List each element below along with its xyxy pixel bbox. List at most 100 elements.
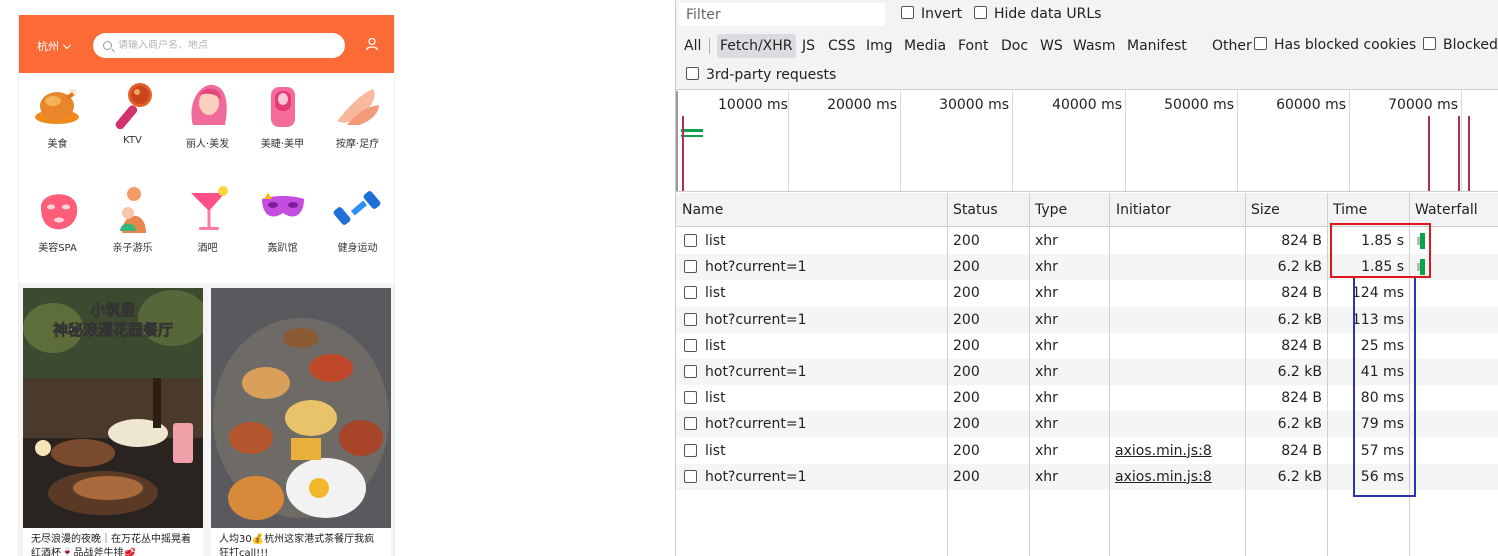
type-filter-doc[interactable]: Doc xyxy=(998,34,1031,58)
request-status: 200 xyxy=(953,259,980,276)
request-checkbox-icon xyxy=(684,234,697,247)
category-spa[interactable]: 美容SPA xyxy=(20,185,95,254)
cocktail-icon xyxy=(190,186,228,230)
request-name: list xyxy=(705,233,726,249)
feed-card[interactable]: 小筑里 神秘浪漫花园餐厅 无尽浪漫的夜晚｜在万花丛中摇晃着红酒杯🍷品战斧牛排🥩 xyxy=(23,288,203,556)
column-header-type[interactable]: Type xyxy=(1029,193,1067,227)
feed-image: 小筑里 神秘浪漫花园餐厅 xyxy=(23,288,203,528)
highlight-box-red xyxy=(1330,223,1431,278)
column-header-time[interactable]: Time xyxy=(1327,193,1367,227)
has-blocked-cookies-label: Has blocked cookies xyxy=(1274,37,1417,53)
app-header: 杭州 xyxy=(19,15,394,73)
type-filter-fetch-xhr[interactable]: Fetch/XHR xyxy=(717,34,796,58)
category-fitness[interactable]: 健身运动 xyxy=(320,185,394,254)
city-selector[interactable]: 杭州 xyxy=(37,38,72,54)
type-filter-font[interactable]: Font xyxy=(955,34,991,58)
request-name: hot?current=1 xyxy=(705,259,807,276)
column-divider[interactable] xyxy=(1109,193,1110,556)
request-name: list xyxy=(705,285,726,302)
request-type: xhr xyxy=(1035,364,1058,380)
user-icon[interactable] xyxy=(365,37,379,51)
category-nails[interactable]: 美睫·美甲 xyxy=(245,81,320,150)
checkbox-icon xyxy=(1254,37,1267,50)
column-divider[interactable] xyxy=(1327,193,1328,556)
column-header-initiator[interactable]: Initiator xyxy=(1110,193,1171,227)
column-header-status[interactable]: Status xyxy=(947,193,998,227)
category-label: 轰趴馆 xyxy=(267,243,298,254)
search-bar[interactable] xyxy=(93,33,345,58)
request-size: 6.2 kB xyxy=(1277,468,1322,485)
request-status: 200 xyxy=(953,311,980,328)
request-checkbox-icon xyxy=(684,312,697,326)
request-size: 824 B xyxy=(1281,442,1322,459)
category-ktv[interactable]: KTV xyxy=(95,81,170,146)
overview-gridline xyxy=(900,91,901,191)
chevron-down-icon xyxy=(62,40,72,49)
column-header-size[interactable]: Size xyxy=(1245,193,1280,227)
category-label: 酒吧 xyxy=(197,243,218,254)
column-divider[interactable] xyxy=(1029,193,1030,556)
request-name: hot?current=1 xyxy=(705,416,807,433)
category-hair[interactable]: 丽人·美发 xyxy=(170,81,245,150)
request-checkbox-icon xyxy=(684,443,697,457)
overview-tick-label: 50000 ms xyxy=(1164,97,1234,113)
request-type: xhr xyxy=(1035,259,1058,276)
blocked-requests-checkbox[interactable]: Blocked xyxy=(1423,37,1498,53)
type-filter-css[interactable]: CSS xyxy=(825,34,859,58)
category-grid: 美食 KTV 丽人·美发 美睫·美甲 按摩·足疗 美容SPA 亲子游乐 酒吧 轰… xyxy=(19,73,394,283)
request-status: 200 xyxy=(953,233,980,249)
category-label: 美睫·美甲 xyxy=(260,139,305,150)
column-divider[interactable] xyxy=(1245,193,1246,556)
request-name: hot?current=1 xyxy=(705,311,807,328)
request-checkbox-icon xyxy=(684,365,697,378)
request-checkbox-icon xyxy=(684,286,697,300)
feed-card[interactable]: 人均30💰杭州这家港式茶餐厅我疯狂打call!!! xyxy=(211,288,391,556)
type-filter-manifest[interactable]: Manifest xyxy=(1124,34,1190,58)
type-filter-all[interactable]: All xyxy=(681,34,704,58)
column-header-name[interactable]: Name xyxy=(676,193,723,227)
type-filter-other[interactable]: Other xyxy=(1209,34,1255,58)
category-food[interactable]: 美食 xyxy=(20,81,95,150)
request-size: 6.2 kB xyxy=(1277,416,1322,433)
invert-checkbox[interactable]: Invert xyxy=(901,6,962,22)
highlight-box-blue xyxy=(1353,278,1416,497)
request-initiator[interactable]: axios.min.js:8 xyxy=(1115,464,1212,490)
massage-hands-icon xyxy=(336,89,379,125)
type-filter-wasm[interactable]: Wasm xyxy=(1070,34,1118,58)
filter-input[interactable] xyxy=(679,3,885,26)
type-filter-js[interactable]: JS xyxy=(799,34,818,58)
request-checkbox-icon xyxy=(684,469,697,483)
checkbox-icon xyxy=(686,67,699,80)
request-name: list xyxy=(705,442,726,459)
category-label: 美容SPA xyxy=(38,243,77,254)
column-header-waterfall[interactable]: Waterfall xyxy=(1409,193,1478,227)
devtools-network-panel: Invert Hide data URLs All Fetch/XHR JS C… xyxy=(675,0,1498,556)
category-family[interactable]: 亲子游乐 xyxy=(95,185,170,254)
overview-tick-label: 20000 ms xyxy=(827,97,897,113)
request-initiator[interactable]: axios.min.js:8 xyxy=(1115,438,1212,464)
category-massage[interactable]: 按摩·足疗 xyxy=(320,81,394,150)
overview-request-bar xyxy=(681,135,703,137)
table-header: Name Status Type Initiator Size Time Wat… xyxy=(676,193,1498,227)
request-size: 824 B xyxy=(1281,337,1322,354)
column-divider[interactable] xyxy=(947,193,948,556)
category-party[interactable]: 轰趴馆 xyxy=(245,185,320,254)
overview-tick-label: 30000 ms xyxy=(939,97,1009,113)
overview-start-line xyxy=(676,91,678,191)
type-filter-media[interactable]: Media xyxy=(901,34,949,58)
third-party-requests-checkbox[interactable]: 3rd-party requests xyxy=(686,67,836,83)
overview-event-marker xyxy=(1458,116,1460,191)
request-size: 6.2 kB xyxy=(1277,364,1322,380)
type-filter-ws[interactable]: WS xyxy=(1037,34,1066,58)
category-bar[interactable]: 酒吧 xyxy=(170,185,245,254)
hair-salon-icon xyxy=(191,84,227,125)
request-status: 200 xyxy=(953,416,980,433)
type-filter-img[interactable]: Img xyxy=(863,34,896,58)
hide-data-urls-checkbox[interactable]: Hide data URLs xyxy=(974,6,1101,22)
has-blocked-cookies-checkbox[interactable]: Has blocked cookies xyxy=(1254,37,1416,53)
search-input[interactable] xyxy=(118,40,318,51)
timeline-overview[interactable]: 10000 ms 20000 ms 30000 ms 40000 ms 5000… xyxy=(676,91,1498,192)
third-party-label: 3rd-party requests xyxy=(706,67,837,83)
request-checkbox-icon xyxy=(684,391,697,405)
request-status: 200 xyxy=(953,285,980,302)
